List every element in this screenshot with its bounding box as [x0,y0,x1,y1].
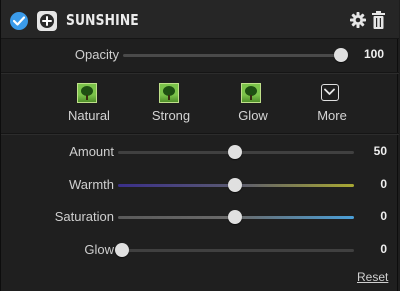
preset-label: Natural [68,108,110,123]
saturation-value: 0 [380,209,387,223]
amount-slider-knob[interactable] [228,145,242,159]
plus-icon [42,16,52,26]
tree-thumbnail-icon [77,83,97,103]
trash-icon[interactable] [372,11,385,29]
preset-label: More [317,108,347,123]
warmth-value: 0 [380,177,387,191]
glow-label: Glow [84,242,114,257]
saturation-slider-row: Saturation 0 [1,207,399,227]
enable-checkbox[interactable] [10,12,28,30]
warmth-label: Warmth [68,177,114,192]
glow-slider-row: Glow 0 [1,240,399,260]
opacity-value: 100 [363,47,384,61]
preset-glow[interactable]: Glow [213,80,293,128]
preset-more[interactable]: More [292,80,372,128]
preset-natural[interactable]: Natural [49,80,129,128]
amount-value: 50 [373,144,387,158]
opacity-label: Opacity [74,47,119,62]
preset-label: Strong [151,108,191,123]
filter-title: SUNSHINE [66,11,139,29]
glow-value: 0 [380,242,387,256]
checkmark-icon [13,16,25,26]
glow-slider-knob[interactable] [115,243,129,257]
saturation-label: Saturation [54,209,114,224]
gear-icon[interactable] [350,12,366,28]
preset-strong[interactable]: Strong [131,80,211,128]
divider [1,134,399,135]
warmth-slider-knob[interactable] [228,178,242,192]
saturation-slider-knob[interactable] [228,210,242,224]
tree-thumbnail-icon [159,83,179,103]
chevron-down-icon [324,88,335,95]
amount-label: Amount [69,144,114,159]
divider [1,73,399,74]
opacity-track[interactable] [123,54,346,57]
amount-slider-row: Amount 50 [1,142,399,162]
warmth-slider-row: Warmth 0 [1,175,399,195]
opacity-slider-row: Opacity 100 [1,45,399,65]
reset-link[interactable]: Reset [357,270,388,284]
add-filter-button[interactable] [37,11,57,31]
more-presets-button[interactable] [321,84,339,101]
tree-thumbnail-icon [241,83,261,103]
opacity-slider-knob[interactable] [334,48,348,62]
panel-header: SUNSHINE [1,0,399,39]
preset-label: Glow [238,108,268,123]
sunshine-filter-panel: SUNSHINE Opacity 100 Natural Strong Glow… [0,0,399,291]
glow-track[interactable] [118,249,354,252]
